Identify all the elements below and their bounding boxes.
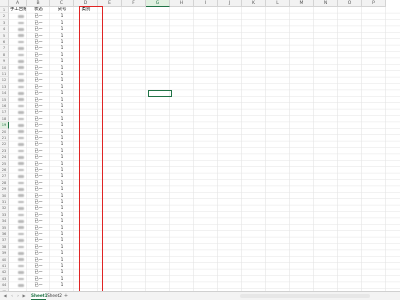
redacted-text bbox=[18, 207, 24, 210]
redacted-text bbox=[18, 194, 24, 198]
select-all-corner[interactable] bbox=[0, 0, 9, 7]
column-header-f[interactable]: F bbox=[122, 0, 146, 7]
add-sheet-icon[interactable]: + bbox=[63, 292, 69, 300]
redacted-text bbox=[18, 271, 24, 274]
redacted-text bbox=[18, 220, 24, 223]
redacted-text bbox=[18, 79, 24, 82]
redacted-text bbox=[18, 104, 24, 108]
redacted-text bbox=[18, 277, 24, 281]
redacted-text bbox=[18, 136, 24, 140]
column-header-h[interactable]: H bbox=[170, 0, 194, 7]
redacted-text bbox=[18, 92, 24, 95]
redacted-text bbox=[18, 130, 24, 134]
redacted-text bbox=[18, 232, 24, 236]
redacted-text bbox=[18, 284, 24, 287]
column-header-c[interactable]: C bbox=[50, 0, 74, 7]
redacted-text bbox=[18, 117, 24, 121]
redacted-text bbox=[18, 175, 24, 178]
column-header-p[interactable]: P bbox=[362, 0, 386, 7]
redacted-text bbox=[18, 213, 24, 217]
redacted-text bbox=[18, 264, 24, 268]
redacted-text bbox=[18, 181, 24, 185]
redacted-text bbox=[18, 85, 24, 89]
redacted-text bbox=[18, 200, 24, 204]
redacted-text bbox=[18, 34, 24, 38]
column-header-i[interactable]: I bbox=[194, 0, 218, 7]
column-header-m[interactable]: M bbox=[290, 0, 314, 7]
redacted-text bbox=[18, 149, 24, 153]
redacted-text bbox=[18, 124, 24, 127]
redacted-text bbox=[18, 239, 24, 242]
column-header-g[interactable]: G bbox=[146, 0, 170, 7]
redacted-text bbox=[18, 66, 24, 70]
column-header-j[interactable]: J bbox=[218, 0, 242, 7]
spreadsheet-grid[interactable]: ABCDEFGHIJKLMNOP 1 2 3 4 5 6 7 8 9 10 11 12 13 14 15 16… bbox=[0, 0, 400, 291]
redacted-text bbox=[18, 53, 24, 57]
redacted-text bbox=[18, 47, 24, 50]
redacted-text bbox=[18, 226, 24, 230]
column-header-l[interactable]: L bbox=[266, 0, 290, 7]
redacted-text bbox=[18, 40, 24, 44]
redacted-text bbox=[18, 156, 24, 159]
redacted-text bbox=[18, 245, 24, 249]
column-header-o[interactable]: O bbox=[338, 0, 362, 7]
highlighted-column-d-outline bbox=[79, 6, 103, 291]
cell-a-redacted[interactable] bbox=[10, 282, 26, 288]
last-sheet-arrow-icon[interactable]: ▶ bbox=[21, 293, 27, 299]
redacted-text bbox=[18, 15, 24, 18]
redacted-text bbox=[18, 21, 24, 25]
redacted-text bbox=[18, 252, 24, 255]
column-header-n[interactable]: N bbox=[314, 0, 338, 7]
active-cell-selection[interactable] bbox=[148, 90, 172, 97]
column-header-k[interactable]: K bbox=[242, 0, 266, 7]
cell-c-number[interactable]: 1 bbox=[51, 282, 73, 288]
tab-sheet2[interactable]: Sheet2 bbox=[47, 292, 62, 300]
redacted-text bbox=[18, 60, 24, 63]
redacted-text bbox=[18, 72, 24, 76]
redacted-text bbox=[18, 188, 24, 191]
redacted-text bbox=[18, 258, 24, 262]
sheet-tab-bar: ◀ ‹ › ▶ Sheet1 Sheet2 + bbox=[0, 291, 400, 300]
column-header-a[interactable]: A bbox=[9, 0, 27, 7]
redacted-text bbox=[18, 143, 24, 146]
column-header-b[interactable]: B bbox=[27, 0, 50, 7]
cell-b-status[interactable]: 已一 bbox=[28, 282, 49, 288]
cell-grid[interactable]: 手工台账 状态 货号 类别 已一 1 已一 1 已一 1 已一 1 已一 1 已一 1 已一 1 已一 1 已一 1 已一 1… bbox=[9, 7, 400, 291]
horizontal-scrollbar[interactable] bbox=[240, 294, 370, 298]
redacted-text bbox=[18, 162, 24, 166]
tab-sheet1[interactable]: Sheet1 bbox=[31, 292, 48, 300]
first-sheet-arrow-icon[interactable]: ◀ bbox=[2, 293, 8, 299]
redacted-text bbox=[18, 98, 24, 102]
redacted-text bbox=[18, 111, 24, 114]
redacted-text bbox=[18, 28, 24, 31]
redacted-text bbox=[18, 168, 24, 172]
